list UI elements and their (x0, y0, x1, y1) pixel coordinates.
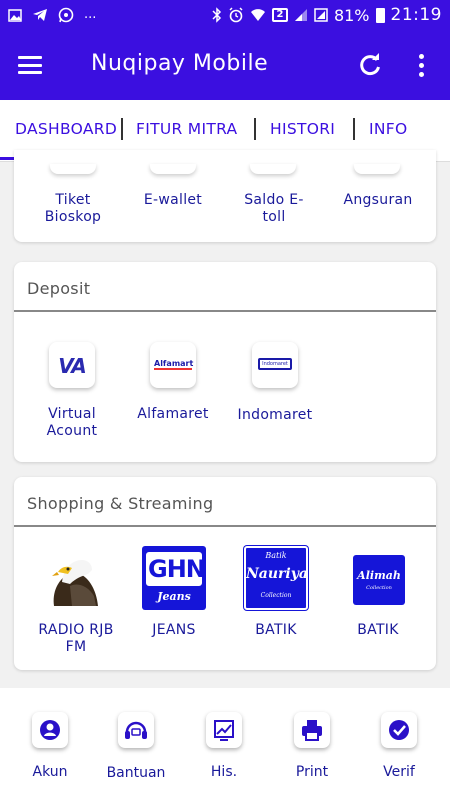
services-card: Tiket Bioskop E-wallet Saldo E-toll Angs… (14, 150, 436, 242)
saldo-e-toll-icon (250, 164, 296, 174)
deposit-title: Deposit (14, 262, 436, 312)
batik-alimah-logo[interactable]: Alimah Collection (353, 555, 405, 605)
tab-fitur-mitra[interactable]: FITUR MITRA (136, 120, 237, 138)
more-notifications: ... (84, 7, 97, 22)
deposit-card: Deposit VA Virtual Acount Alfamart Alfam… (14, 262, 436, 462)
tab-dashboard[interactable]: DASHBOARD (15, 120, 117, 138)
e-wallet-item[interactable]: E-wallet (134, 192, 212, 209)
signal-icon (294, 9, 307, 21)
batik-alimah-logo-subtext: Collection (366, 585, 392, 591)
jeans-logo-subtext: Jeans (157, 590, 191, 603)
tiket-bioskop-icon (50, 164, 96, 174)
saldo-e-toll-item[interactable]: Saldo E-toll (242, 192, 306, 226)
alarm-icon (229, 7, 243, 23)
bottom-nav: Akun Bantuan His. Print Verif (0, 688, 450, 800)
angsuran-icon (354, 164, 400, 174)
jeans-logo[interactable]: GHN Jeans (142, 546, 206, 610)
battery-percent: 81% (333, 5, 370, 25)
signal-2-icon (314, 8, 328, 22)
nav-histori[interactable]: His. (196, 764, 252, 780)
check-circle-icon[interactable] (381, 712, 417, 748)
image-icon (8, 8, 22, 22)
va-logo-text: VA (58, 354, 87, 378)
clock: 21:19 (390, 5, 442, 25)
account-icon[interactable] (32, 712, 68, 748)
refresh-icon[interactable] (358, 52, 382, 78)
more-vertical-icon[interactable] (419, 54, 425, 78)
app-title: Nuqipay Mobile (91, 51, 269, 76)
virtual-account-item[interactable]: Virtual Acount (34, 406, 110, 440)
batik-nauriya-logo-top: Batik (265, 551, 287, 560)
angsuran-item[interactable]: Angsuran (336, 192, 420, 209)
chart-icon[interactable] (206, 712, 242, 748)
status-bar: ... 2 81% 21:19 (0, 0, 450, 32)
indomaret-logo-text: Indomaret (258, 358, 292, 370)
nav-bantuan[interactable]: Bantuan (100, 765, 172, 781)
tab-histori[interactable]: HISTORI (270, 120, 335, 138)
battery-icon (375, 7, 385, 23)
e-wallet-icon (150, 164, 196, 174)
headset-icon[interactable] (118, 712, 154, 748)
nav-akun[interactable]: Akun (22, 764, 78, 780)
tiket-bioskop-item[interactable]: Tiket Bioskop (36, 192, 110, 226)
virtual-account-icon[interactable]: VA (49, 342, 95, 388)
alfamart-logo-text: Alfamart (154, 359, 194, 370)
eagle-icon[interactable] (48, 552, 100, 606)
batik-alimah-item[interactable]: BATIK (338, 622, 418, 639)
menu-icon[interactable] (18, 56, 42, 74)
batik-nauriya-item[interactable]: BATIK (236, 622, 316, 639)
indomaret-icon[interactable]: Indomaret (252, 342, 298, 388)
wifi-icon (250, 9, 265, 21)
bluetooth-icon (212, 7, 221, 23)
sim-badge: 2 (271, 8, 288, 22)
radio-rjb-fm-item[interactable]: RADIO RJB FM (32, 622, 120, 656)
telegram-icon (33, 9, 47, 21)
batik-nauriya-logo-text: Nauriya (246, 566, 308, 582)
printer-icon[interactable] (294, 712, 330, 748)
batik-nauriya-logo-subtext: Collection (260, 592, 292, 599)
whatsapp-icon (58, 7, 74, 23)
jeans-item[interactable]: JEANS (134, 622, 214, 639)
batik-nauriya-logo[interactable]: Batik Nauriya Collection (244, 546, 308, 610)
indomaret-item[interactable]: Indomaret (234, 407, 316, 424)
alfamart-item[interactable]: Alfamaret (134, 406, 212, 423)
batik-alimah-logo-text: Alimah (357, 569, 401, 582)
shopping-card: Shopping & Streaming RADIO RJB FM GHN Je… (14, 477, 436, 670)
tab-info[interactable]: INFO (369, 120, 407, 138)
app-bar: Nuqipay Mobile (0, 32, 450, 100)
tab-divider (121, 118, 123, 140)
nav-print[interactable]: Print (284, 764, 340, 780)
jeans-logo-text: GHN (146, 552, 206, 586)
shopping-title: Shopping & Streaming (14, 477, 436, 527)
nav-verif[interactable]: Verif (371, 764, 427, 780)
tab-divider (254, 118, 256, 140)
alfamart-icon[interactable]: Alfamart (150, 342, 196, 388)
tab-divider (353, 118, 355, 140)
